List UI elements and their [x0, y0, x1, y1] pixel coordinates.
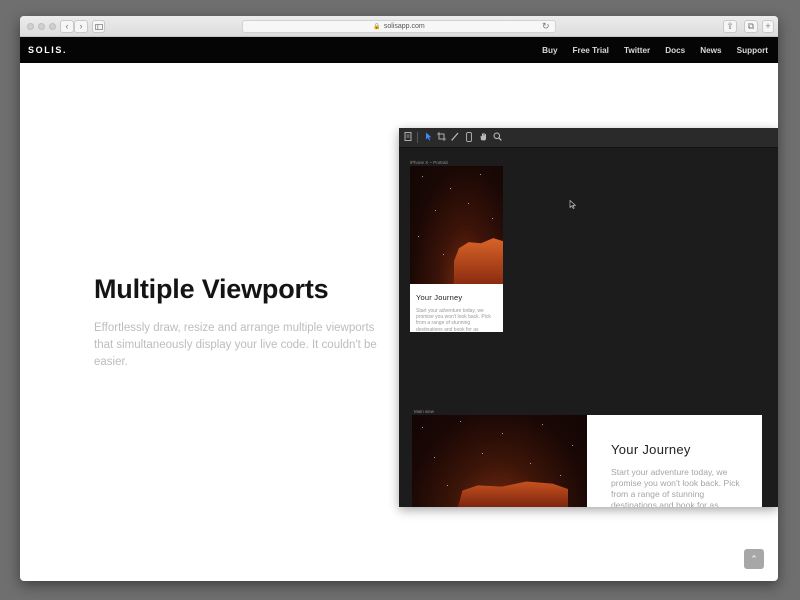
journey-card-portrait: Your Journey Start your adventure today,… [410, 285, 503, 332]
cliff-shape [454, 238, 503, 284]
forward-button[interactable]: › [74, 20, 88, 33]
sidebar-icon [94, 23, 103, 30]
reload-button[interactable]: ↻ [542, 20, 550, 33]
share-button[interactable]: ⇪ [723, 20, 737, 33]
search-icon[interactable] [492, 132, 502, 143]
journey-heading: Your Journey [416, 293, 463, 302]
nav-link-support[interactable]: Support [737, 46, 768, 55]
viewport-label-wide: Main view [414, 409, 435, 414]
frame-icon[interactable] [436, 132, 446, 143]
tab-overview-button[interactable]: ⧉ [744, 20, 758, 33]
chevron-up-icon: ⌃ [750, 553, 758, 564]
browser-toolbar: ‹ › 🔒 solisapp.com ↻ ⇪ ⧉ + [20, 16, 778, 37]
hand-icon[interactable] [478, 132, 488, 143]
back-icon: ‹ [65, 21, 69, 31]
site-logo[interactable]: SOLIS. [28, 45, 67, 55]
journey-heading-wide: Your Journey [611, 442, 691, 457]
journey-body: Start your adventure today, we promise y… [416, 308, 491, 332]
url-text: solisapp.com [383, 23, 425, 30]
scroll-to-top-button[interactable]: ⌃ [744, 549, 764, 569]
browser-window: ‹ › 🔒 solisapp.com ↻ ⇪ ⧉ + SOLIS. Buy Fr… [20, 16, 778, 581]
address-bar[interactable]: 🔒 solisapp.com [242, 20, 556, 33]
zoom-window-button[interactable] [49, 23, 56, 30]
nav-link-buy[interactable]: Buy [542, 46, 557, 55]
journey-card-wide: Your Journey Start your adventure today,… [587, 415, 762, 507]
toolbar-separator [417, 132, 418, 143]
app-preview: iPhone X – Portrait Your Journey Start y… [399, 128, 778, 507]
journey-body-wide: Start your adventure today, we promise y… [611, 467, 740, 507]
sidebar-button[interactable] [92, 20, 105, 33]
site-header: SOLIS. Buy Free Trial Twitter Docs News … [20, 37, 778, 63]
pages-icon [403, 132, 413, 143]
close-window-button[interactable] [27, 23, 34, 30]
canyon-image-wide [412, 415, 587, 507]
nav-link-twitter[interactable]: Twitter [624, 46, 650, 55]
cliff-shape-wide [458, 481, 568, 507]
back-button[interactable]: ‹ [60, 20, 74, 33]
pen-icon[interactable] [450, 132, 460, 143]
viewport-wide[interactable]: Your Journey Start your adventure today,… [412, 415, 762, 507]
app-toolbar [399, 128, 778, 148]
nav-link-free-trial[interactable]: Free Trial [573, 46, 609, 55]
feature-description: Effortlessly draw, resize and arrange mu… [94, 322, 377, 368]
feature-title: Multiple Viewports [94, 274, 329, 304]
lock-icon: 🔒 [373, 24, 381, 30]
device-icon[interactable] [464, 132, 474, 143]
forward-icon: › [79, 21, 83, 31]
tabs-icon: ⧉ [747, 21, 755, 31]
viewport-label-portrait: iPhone X – Portrait [410, 160, 448, 165]
site-nav: Buy Free Trial Twitter Docs News Support [542, 37, 768, 63]
minimize-window-button[interactable] [38, 23, 45, 30]
canyon-image [410, 166, 503, 284]
mouse-cursor-icon [569, 200, 576, 209]
viewport-portrait[interactable]: Your Journey Start your adventure today,… [410, 166, 503, 332]
plus-icon: + [765, 21, 771, 31]
reload-icon: ↻ [542, 21, 550, 31]
share-icon: ⇪ [726, 21, 734, 31]
nav-link-news[interactable]: News [700, 46, 721, 55]
pointer-icon[interactable] [423, 132, 433, 143]
nav-link-docs[interactable]: Docs [665, 46, 685, 55]
new-tab-button[interactable]: + [762, 20, 774, 33]
